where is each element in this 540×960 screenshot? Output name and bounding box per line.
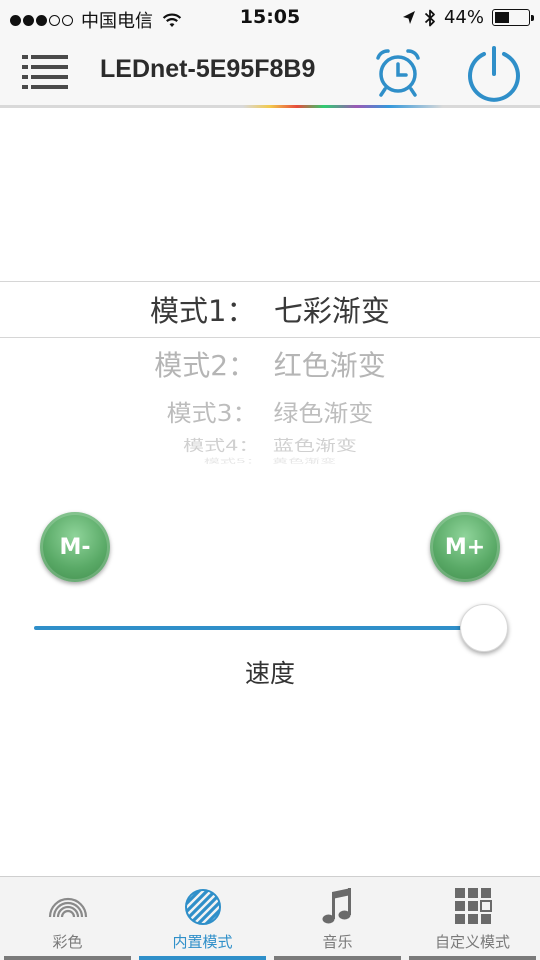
mode-picker[interactable]: 模式1： 七彩渐变 模式2： 红色渐变 模式3： 绿色渐变 模式4： 蓝色渐变 … [0,108,540,468]
picker-selected-item[interactable]: 模式1： 七彩渐变 [0,288,540,330]
tab-indicator [139,956,266,960]
slider-thumb[interactable] [460,604,508,652]
picker-top-line [0,281,540,282]
tab-label: 彩色 [52,933,83,951]
tab-label: 内置模式 [172,933,233,951]
tab-builtin-modes[interactable]: 内置模式 [135,877,270,960]
power-icon[interactable] [464,44,524,104]
striped-circle-icon [184,889,221,925]
app-header: LEDnet-5E95F8B9 [0,36,540,106]
tab-label: 自定义模式 [434,933,510,951]
tab-bar: 彩色 内置模式 音乐 自定义模式 [0,876,540,960]
battery-icon [492,9,534,26]
speed-slider[interactable] [34,604,508,652]
tab-indicator [4,956,131,960]
tab-custom-modes[interactable]: 自定义模式 [405,877,540,960]
tab-music[interactable]: 音乐 [270,877,405,960]
picker-item[interactable]: 模式4： 蓝色渐变 [0,435,540,456]
picker-bottom-line [0,337,540,338]
music-note-icon [322,888,351,924]
grid-icon [454,888,492,924]
menu-icon[interactable] [22,54,68,90]
status-bar: 中国电信 15:05 44% [0,0,540,36]
picker-item[interactable]: 模式5： 黄色渐变 [0,455,540,465]
status-right: 44% [402,7,534,28]
device-title: LEDnet-5E95F8B9 [100,55,316,83]
rainbow-icon [48,897,87,918]
bluetooth-icon [424,9,435,26]
tab-color[interactable]: 彩色 [0,877,135,960]
slider-track-filled [34,626,484,630]
mode-previous-button[interactable]: M- [40,512,110,582]
tab-indicator [274,956,401,960]
speed-label: 速度 [244,659,295,688]
location-arrow-icon [402,10,415,24]
picker-item[interactable]: 模式3： 绿色渐变 [0,395,540,428]
tab-indicator [409,956,536,960]
tab-label: 音乐 [322,933,353,951]
battery-percent: 44% [443,7,484,28]
mode-next-button[interactable]: M+ [430,512,500,582]
alarm-clock-icon[interactable] [370,46,426,98]
picker-item[interactable]: 模式2： 红色渐变 [0,344,540,384]
